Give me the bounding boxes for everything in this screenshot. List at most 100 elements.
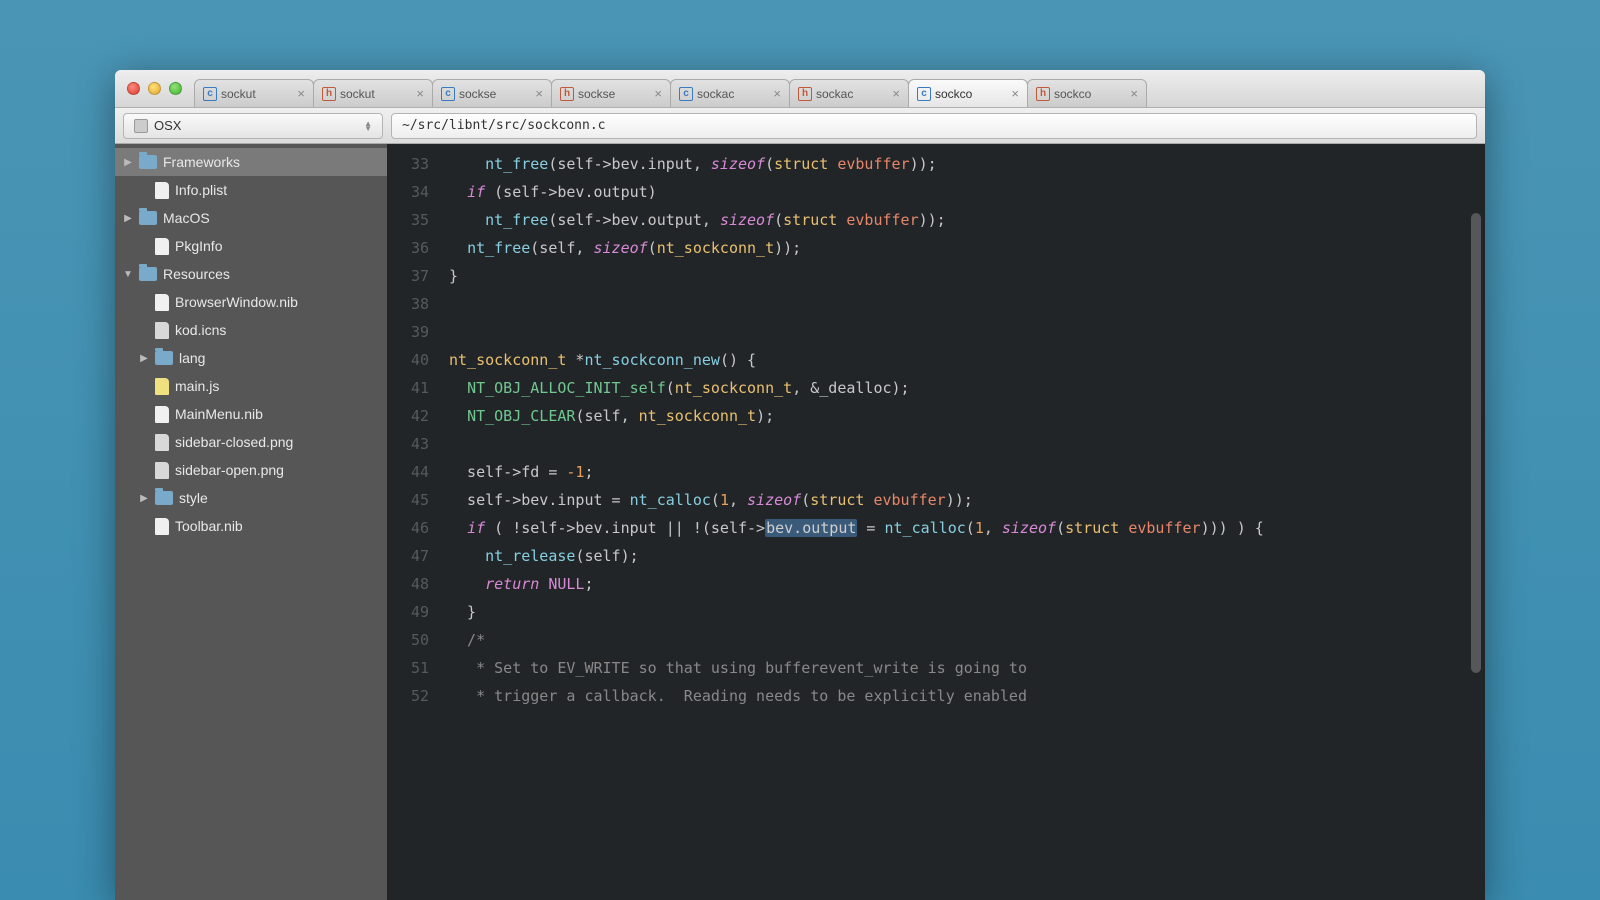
file-item-kod-icns[interactable]: kod.icns	[115, 316, 387, 344]
tab-sockse-c[interactable]: csockse×	[432, 79, 552, 107]
file-item-browserwindow-nib[interactable]: BrowserWindow.nib	[115, 288, 387, 316]
folder-item-lang[interactable]: ▶ lang	[115, 344, 387, 372]
file-item-sidebar-closed-png[interactable]: sidebar-closed.png	[115, 428, 387, 456]
project-selector[interactable]: OSX ▲▼	[123, 113, 383, 139]
tab-label: sockco	[1054, 87, 1126, 101]
code-line[interactable]: * Set to EV_WRITE so that using bufferev…	[449, 654, 1477, 682]
code-line[interactable]: nt_free(self, sizeof(nt_sockconn_t));	[449, 234, 1477, 262]
tab-sockco-c[interactable]: csockco×	[908, 79, 1028, 107]
code-line[interactable]	[449, 290, 1477, 318]
folder-icon	[139, 211, 157, 225]
c-file-icon: c	[203, 87, 217, 101]
line-number: 39	[387, 318, 429, 346]
tree-label: lang	[179, 350, 205, 366]
code-line[interactable]: return NULL;	[449, 570, 1477, 598]
line-number: 41	[387, 374, 429, 402]
code-line[interactable]: self->bev.input = nt_calloc(1, sizeof(st…	[449, 486, 1477, 514]
chevron-right-icon[interactable]: ▶	[123, 157, 133, 168]
close-icon[interactable]: ×	[773, 86, 781, 101]
line-number: 44	[387, 458, 429, 486]
folder-item-frameworks[interactable]: ▶Frameworks	[115, 148, 387, 176]
chevron-right-icon[interactable]: ▶	[139, 493, 149, 504]
tab-sockse-h[interactable]: hsockse ×	[551, 79, 671, 107]
code-line[interactable]: nt_release(self);	[449, 542, 1477, 570]
line-number: 43	[387, 430, 429, 458]
c-file-icon: c	[679, 87, 693, 101]
line-number: 36	[387, 234, 429, 262]
chevron-right-icon[interactable]: ▶	[139, 353, 149, 364]
file-tree[interactable]: ▶Frameworks Info.plist ▶MacOSPkgInfo ▼ Resou…	[115, 144, 387, 900]
tab-label: sockse	[578, 87, 650, 101]
line-number: 48	[387, 570, 429, 598]
close-icon[interactable]: ×	[1130, 86, 1138, 101]
h-file-icon: h	[560, 87, 574, 101]
file-item-mainmenu-nib[interactable]: MainMenu.nib	[115, 400, 387, 428]
chevron-right-icon[interactable]: ▶	[123, 213, 133, 224]
tab-sockut-h[interactable]: hsockut×	[313, 79, 433, 107]
code-line[interactable]: NT_OBJ_CLEAR(self, nt_sockconn_t);	[449, 402, 1477, 430]
tree-label: Resources	[163, 266, 230, 282]
chevron-down-icon[interactable]: ▼	[123, 269, 133, 280]
folder-item-style[interactable]: ▶ style	[115, 484, 387, 512]
code-line[interactable]: * trigger a callback. Reading needs to b…	[449, 682, 1477, 710]
close-icon[interactable]: ×	[416, 86, 424, 101]
file-item-info-plist[interactable]: Info.plist	[115, 176, 387, 204]
file-icon	[155, 238, 169, 255]
file-item-toolbar-nib[interactable]: Toolbar.nib	[115, 512, 387, 540]
traffic-lights	[127, 82, 182, 95]
tab-sockco-h[interactable]: hsockco ×	[1027, 79, 1147, 107]
code-line[interactable]: }	[449, 598, 1477, 626]
tab-label: sockut	[221, 87, 293, 101]
gutter: 3334353637383940414243444546474849505152	[387, 144, 441, 900]
zoom-window-icon[interactable]	[169, 82, 182, 95]
line-number: 46	[387, 514, 429, 542]
titlebar: csockut×hsockut×csockse×hsockse×csockac×…	[115, 70, 1485, 108]
folder-icon	[155, 351, 173, 365]
code-line[interactable]: }	[449, 262, 1477, 290]
close-icon[interactable]: ×	[892, 86, 900, 101]
path-bar[interactable]: ~/src/libnt/src/sockconn.c	[391, 113, 1477, 139]
code-line[interactable]: self->fd = -1;	[449, 458, 1477, 486]
file-item-main-js[interactable]: main.js	[115, 372, 387, 400]
file-icon	[155, 518, 169, 535]
stepper-icon[interactable]: ▲▼	[364, 121, 372, 131]
scrollbar[interactable]	[1471, 154, 1481, 890]
tab-sockac-h[interactable]: hsockac×	[789, 79, 909, 107]
image-file-icon	[155, 434, 169, 451]
minimize-window-icon[interactable]	[148, 82, 161, 95]
folder-item-resources[interactable]: ▼ Resources	[115, 260, 387, 288]
js-file-icon	[155, 378, 169, 395]
file-icon	[155, 294, 169, 311]
code-line[interactable]: nt_free(self->bev.input, sizeof(struct e…	[449, 150, 1477, 178]
close-window-icon[interactable]	[127, 82, 140, 95]
code-line[interactable]: NT_OBJ_ALLOC_INIT_self(nt_sockconn_t, &_…	[449, 374, 1477, 402]
h-file-icon: h	[1036, 87, 1050, 101]
code-line[interactable]	[449, 318, 1477, 346]
tab-sockut-c[interactable]: csockut ×	[194, 79, 314, 107]
file-item-pkginfo[interactable]: PkgInfo	[115, 232, 387, 260]
code-line[interactable]: /*	[449, 626, 1477, 654]
line-number: 37	[387, 262, 429, 290]
code-line[interactable]: if (self->bev.output)	[449, 178, 1477, 206]
close-icon[interactable]: ×	[297, 86, 305, 101]
close-icon[interactable]: ×	[535, 86, 543, 101]
scrollbar-thumb[interactable]	[1471, 213, 1481, 673]
tab-sockac-c[interactable]: csockac×	[670, 79, 790, 107]
close-icon[interactable]: ×	[654, 86, 662, 101]
code-line[interactable]: if ( !self->bev.input || !(self->bev.out…	[449, 514, 1477, 542]
tree-label: Info.plist	[175, 182, 227, 198]
editor-window: csockut×hsockut×csockse×hsockse×csockac×…	[115, 70, 1485, 900]
line-number: 35	[387, 206, 429, 234]
line-number: 49	[387, 598, 429, 626]
code-line[interactable]	[449, 430, 1477, 458]
close-icon[interactable]: ×	[1011, 86, 1019, 101]
file-item-sidebar-open-png[interactable]: sidebar-open.png	[115, 456, 387, 484]
path-text: ~/src/libnt/src/sockconn.c	[402, 118, 606, 133]
code-area[interactable]: nt_free(self->bev.input, sizeof(struct e…	[441, 144, 1485, 900]
line-number: 33	[387, 150, 429, 178]
folder-item-macos[interactable]: ▶MacOS	[115, 204, 387, 232]
code-editor[interactable]: 3334353637383940414243444546474849505152…	[387, 144, 1485, 900]
tree-label: style	[179, 490, 208, 506]
code-line[interactable]: nt_sockconn_t *nt_sockconn_new() {	[449, 346, 1477, 374]
code-line[interactable]: nt_free(self->bev.output, sizeof(struct …	[449, 206, 1477, 234]
